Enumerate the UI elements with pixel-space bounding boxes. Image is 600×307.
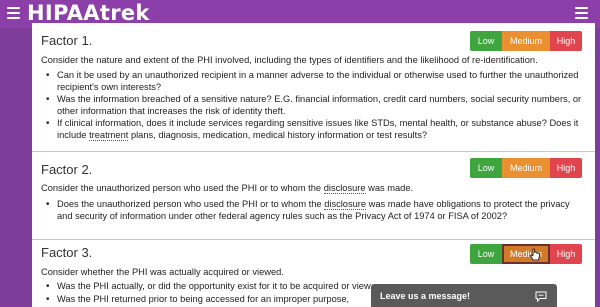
factor-3-low-button[interactable]: Low <box>470 244 502 264</box>
chat-bubble-icon <box>535 291 547 302</box>
factor-1-title: Factor 1. <box>41 33 93 48</box>
treatment-glossary-term[interactable]: treatment <box>89 129 129 141</box>
factor-2-medium-button[interactable]: Medium <box>502 158 550 178</box>
factor-1-low-button[interactable]: Low <box>470 31 502 51</box>
disclosure-glossary-term[interactable]: disclosure <box>323 183 366 194</box>
risk-assessment-panel: Factor 1. Low Medium High Consider the n… <box>32 23 595 307</box>
factor-2-question-text: Does the unauthorized person who used th… <box>57 199 322 209</box>
app-logo[interactable]: HIPAAtrek <box>27 1 150 25</box>
chat-widget-label: Leave us a message! <box>380 291 471 301</box>
factor-2-description: Consider the unauthorized person who use… <box>41 182 586 194</box>
factor-2-low-button[interactable]: Low <box>470 158 502 178</box>
factor-1-question: Was the information breached of a sensit… <box>46 94 585 117</box>
factor-1-question: Can it be used by an unauthorized recipi… <box>46 70 585 93</box>
hamburger-menu-icon[interactable] <box>575 7 588 19</box>
factor-3-medium-button[interactable]: Medium <box>502 244 550 264</box>
factor-divider <box>32 239 595 240</box>
factor-divider <box>32 151 595 152</box>
factor-1-question: If clinical information, does it include… <box>46 118 585 141</box>
hamburger-menu-icon[interactable] <box>7 7 20 19</box>
factor-1-medium-button[interactable]: Medium <box>502 31 550 51</box>
factor-1-question-text: plans, diagnosis, medication, medical hi… <box>130 129 428 140</box>
factor-2-questions: Does the unauthorized person who used th… <box>46 199 585 222</box>
factor-1-risk-buttons: Low Medium High <box>470 31 582 51</box>
factor-3-risk-buttons: Low Medium High <box>470 244 582 264</box>
factor-3-title: Factor 3. <box>41 245 93 260</box>
factor-2-description-text: Consider the unauthorized person who use… <box>41 183 322 193</box>
factor-2-question: Does the unauthorized person who used th… <box>46 199 585 222</box>
factor-1-description: Consider the nature and extent of the PH… <box>41 55 538 65</box>
factor-2-description-text: was made. <box>368 183 414 193</box>
hand-pointer-cursor-icon <box>530 248 540 261</box>
factor-2-risk-buttons: Low Medium High <box>470 158 582 178</box>
factor-2-high-button[interactable]: High <box>550 158 582 178</box>
factor-3-description: Consider whether the PHI was actually ac… <box>41 267 284 277</box>
factor-1-high-button[interactable]: High <box>550 31 582 51</box>
factor-1-questions: Can it be used by an unauthorized recipi… <box>46 70 585 141</box>
disclosure-glossary-term[interactable]: disclosure <box>324 199 367 210</box>
leave-message-chat-widget[interactable]: Leave us a message! <box>371 284 557 307</box>
factor-2-title: Factor 2. <box>41 162 93 177</box>
factor-3-high-button[interactable]: High <box>550 244 582 264</box>
